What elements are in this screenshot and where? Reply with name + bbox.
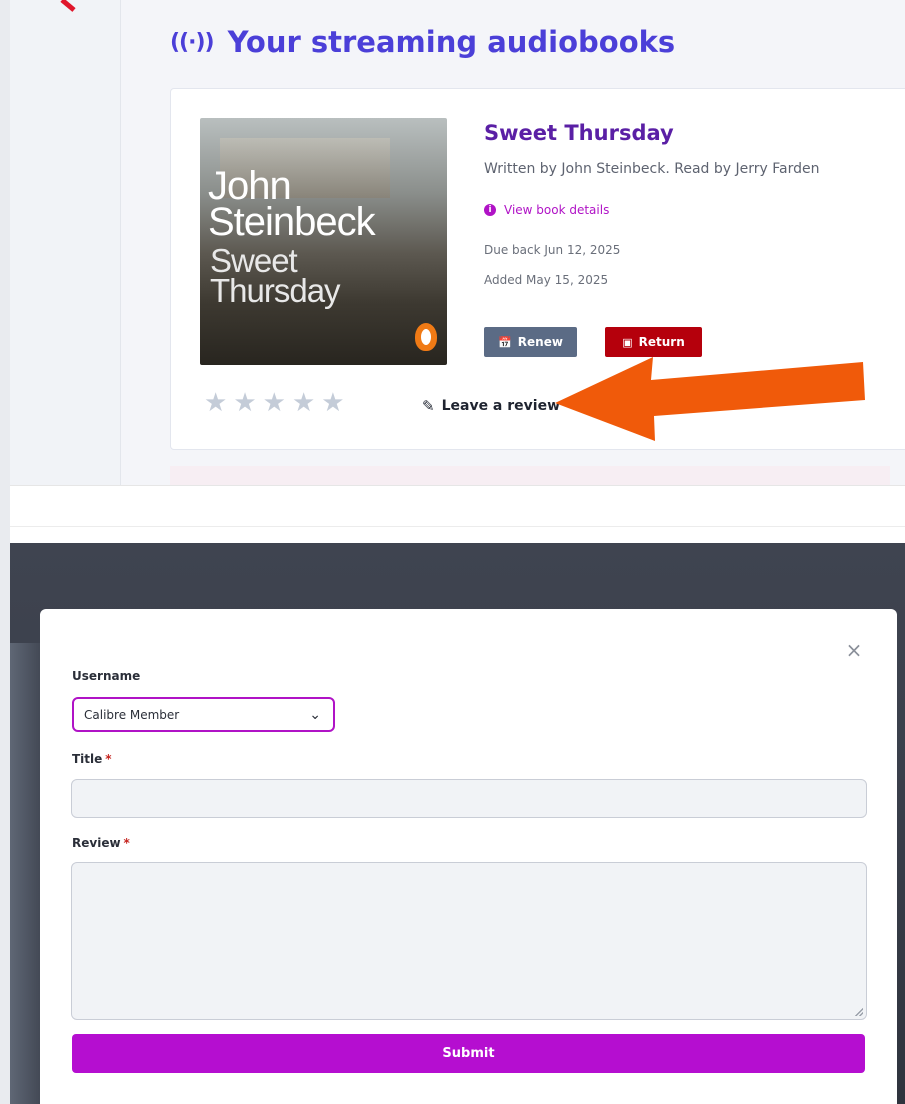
next-card-edge xyxy=(170,466,890,485)
cover-author-line1: John xyxy=(208,164,292,208)
username-select[interactable]: Calibre Member ⌄ xyxy=(72,697,335,732)
divider-band xyxy=(10,485,905,544)
review-modal xyxy=(40,609,897,1104)
username-label: Username xyxy=(72,669,141,683)
title-input[interactable] xyxy=(71,779,867,818)
added-date: Added May 15, 2025 xyxy=(484,273,609,287)
star-icon[interactable]: ★ xyxy=(292,389,315,417)
annotation-arrow xyxy=(555,357,865,441)
annotation-mark xyxy=(60,0,76,12)
title-label-text: Title xyxy=(72,752,103,766)
cover-author-line2: Steinbeck xyxy=(208,200,376,244)
view-details-link[interactable]: i View book details xyxy=(484,203,609,217)
divider-line xyxy=(10,526,905,527)
resize-handle[interactable] xyxy=(855,1008,863,1016)
star-rating: ★ ★ ★ ★ ★ xyxy=(204,389,345,417)
leave-review-label: Leave a review xyxy=(441,398,561,414)
cover-title: Sweet Thursday xyxy=(210,244,341,309)
star-icon[interactable]: ★ xyxy=(204,389,227,417)
submit-button[interactable]: Submit xyxy=(72,1034,865,1073)
required-marker: * xyxy=(105,752,112,766)
book-cover[interactable]: John Steinbeck Sweet Thursday xyxy=(200,118,447,365)
broadcast-icon: ((·)) xyxy=(170,29,215,55)
review-textarea[interactable] xyxy=(71,862,867,1020)
close-icon[interactable]: × xyxy=(844,640,864,660)
username-value: Calibre Member xyxy=(84,707,180,722)
star-icon[interactable]: ★ xyxy=(321,389,344,417)
info-icon: i xyxy=(484,204,496,216)
penguin-logo-icon xyxy=(415,323,437,351)
book-title[interactable]: Sweet Thursday xyxy=(484,121,674,145)
title-label: Title * xyxy=(72,752,112,766)
leave-review-link[interactable]: ✎ Leave a review xyxy=(422,397,560,415)
review-label-text: Review xyxy=(72,836,121,850)
calendar-icon: 📅 xyxy=(498,335,512,349)
page-title: Your streaming audiobooks xyxy=(227,25,676,59)
cover-author: John Steinbeck xyxy=(208,164,376,244)
review-label: Review * xyxy=(72,836,130,850)
book-credit: Written by John Steinbeck. Read by Jerry… xyxy=(484,161,820,177)
edit-icon: ✎ xyxy=(422,397,435,415)
due-date: Due back Jun 12, 2025 xyxy=(484,243,621,257)
chevron-down-icon: ⌄ xyxy=(309,706,321,723)
star-icon[interactable]: ★ xyxy=(233,389,256,417)
view-details-label: View book details xyxy=(504,203,610,217)
section-heading: ((·)) Your streaming audiobooks xyxy=(170,22,675,62)
required-marker: * xyxy=(123,836,130,850)
star-icon[interactable]: ★ xyxy=(263,389,286,417)
cover-title-line2: Thursday xyxy=(210,272,341,309)
sidebar-strip xyxy=(10,0,121,485)
